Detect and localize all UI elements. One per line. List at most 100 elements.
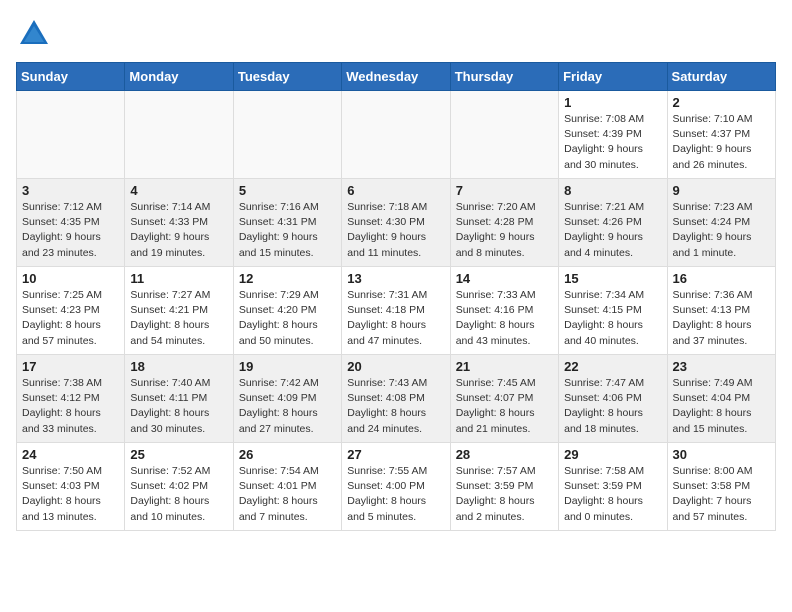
- table-row: 22 Sunrise: 7:47 AMSunset: 4:06 PMDayligh…: [559, 355, 667, 443]
- table-row: 26Sunrise: 7:54 AMSunset: 4:01 PMDayligh…: [233, 443, 341, 531]
- day-number: 22: [564, 359, 661, 374]
- table-row: [450, 91, 558, 179]
- day-info: Sunrise: 7:10 AMSunset: 4:37 PMDaylight:…: [673, 112, 770, 173]
- day-info: Sunrise: 7:36 AMSunset: 4:13 PMDaylight:…: [673, 288, 770, 349]
- day-number: 3: [22, 183, 119, 198]
- day-info: Sunrise: 7:49 AMSunset: 4:04 PMDaylight:…: [673, 376, 770, 437]
- table-row: 14 Sunrise: 7:33 AMSunset: 4:16 PMDayligh…: [450, 267, 558, 355]
- day-number: 30: [673, 447, 770, 462]
- day-number: 14: [456, 271, 553, 286]
- table-row: 5 Sunrise: 7:16 AMSunset: 4:31 PMDaylight…: [233, 179, 341, 267]
- day-number: 25: [130, 447, 227, 462]
- day-number: 21: [456, 359, 553, 374]
- table-row: 7Sunrise: 7:20 AMSunset: 4:28 PMDaylight…: [450, 179, 558, 267]
- day-number: 17: [22, 359, 119, 374]
- table-row: 27 Sunrise: 7:55 AMSunset: 4:00 PMDayligh…: [342, 443, 450, 531]
- calendar-week-row: 17 Sunrise: 7:38 AMSunset: 4:12 PMDayligh…: [17, 355, 776, 443]
- calendar-page: Sunday Monday Tuesday Wednesday Thursday…: [0, 0, 792, 541]
- day-info: Sunrise: 7:54 AMSunset: 4:01 PMDaylight:…: [239, 464, 336, 525]
- header: [16, 16, 776, 52]
- day-info: Sunrise: 7:52 AMSunset: 4:02 PMDaylight:…: [130, 464, 227, 525]
- calendar-table: Sunday Monday Tuesday Wednesday Thursday…: [16, 62, 776, 531]
- table-row: 6 Sunrise: 7:18 AMSunset: 4:30 PMDaylight…: [342, 179, 450, 267]
- table-row: 25 Sunrise: 7:52 AMSunset: 4:02 PMDayligh…: [125, 443, 233, 531]
- day-number: 15: [564, 271, 661, 286]
- day-info: Sunrise: 7:18 AMSunset: 4:30 PMDaylight:…: [347, 200, 444, 261]
- table-row: 4 Sunrise: 7:14 AMSunset: 4:33 PMDaylight…: [125, 179, 233, 267]
- table-row: 30Sunrise: 8:00 AMSunset: 3:58 PMDayligh…: [667, 443, 775, 531]
- day-number: 8: [564, 183, 661, 198]
- day-number: 13: [347, 271, 444, 286]
- day-number: 28: [456, 447, 553, 462]
- day-info: Sunrise: 7:57 AMSunset: 3:59 PMDaylight:…: [456, 464, 553, 525]
- col-tuesday: Tuesday: [233, 63, 341, 91]
- table-row: 8Sunrise: 7:21 AMSunset: 4:26 PMDaylight…: [559, 179, 667, 267]
- day-info: Sunrise: 7:42 AMSunset: 4:09 PMDaylight:…: [239, 376, 336, 437]
- calendar-week-row: 24Sunrise: 7:50 AMSunset: 4:03 PMDayligh…: [17, 443, 776, 531]
- day-info: Sunrise: 7:43 AMSunset: 4:08 PMDaylight:…: [347, 376, 444, 437]
- day-number: 29: [564, 447, 661, 462]
- day-info: Sunrise: 7:33 AMSunset: 4:16 PMDaylight:…: [456, 288, 553, 349]
- day-info: Sunrise: 7:50 AMSunset: 4:03 PMDaylight:…: [22, 464, 119, 525]
- day-number: 19: [239, 359, 336, 374]
- table-row: 24Sunrise: 7:50 AMSunset: 4:03 PMDayligh…: [17, 443, 125, 531]
- table-row: 16 Sunrise: 7:36 AMSunset: 4:13 PMDayligh…: [667, 267, 775, 355]
- day-number: 27: [347, 447, 444, 462]
- day-info: Sunrise: 7:16 AMSunset: 4:31 PMDaylight:…: [239, 200, 336, 261]
- table-row: 13 Sunrise: 7:31 AMSunset: 4:18 PMDayligh…: [342, 267, 450, 355]
- day-number: 1: [564, 95, 661, 110]
- day-info: Sunrise: 7:45 AMSunset: 4:07 PMDaylight:…: [456, 376, 553, 437]
- day-number: 11: [130, 271, 227, 286]
- day-number: 6: [347, 183, 444, 198]
- table-row: 2 Sunrise: 7:10 AMSunset: 4:37 PMDaylight…: [667, 91, 775, 179]
- calendar-week-row: 10 Sunrise: 7:25 AMSunset: 4:23 PMDayligh…: [17, 267, 776, 355]
- table-row: 29 Sunrise: 7:58 AMSunset: 3:59 PMDayligh…: [559, 443, 667, 531]
- logo: [16, 16, 56, 52]
- day-number: 18: [130, 359, 227, 374]
- calendar-body: 1 Sunrise: 7:08 AMSunset: 4:39 PMDaylight…: [17, 91, 776, 531]
- day-info: Sunrise: 7:12 AMSunset: 4:35 PMDaylight:…: [22, 200, 119, 261]
- day-number: 16: [673, 271, 770, 286]
- table-row: [17, 91, 125, 179]
- day-info: Sunrise: 7:25 AMSunset: 4:23 PMDaylight:…: [22, 288, 119, 349]
- table-row: [342, 91, 450, 179]
- table-row: 21 Sunrise: 7:45 AMSunset: 4:07 PMDayligh…: [450, 355, 558, 443]
- day-info: Sunrise: 7:27 AMSunset: 4:21 PMDaylight:…: [130, 288, 227, 349]
- day-number: 2: [673, 95, 770, 110]
- day-info: Sunrise: 7:47 AMSunset: 4:06 PMDaylight:…: [564, 376, 661, 437]
- table-row: 20 Sunrise: 7:43 AMSunset: 4:08 PMDayligh…: [342, 355, 450, 443]
- day-info: Sunrise: 7:14 AMSunset: 4:33 PMDaylight:…: [130, 200, 227, 261]
- day-number: 10: [22, 271, 119, 286]
- calendar-header: Sunday Monday Tuesday Wednesday Thursday…: [17, 63, 776, 91]
- table-row: 11 Sunrise: 7:27 AMSunset: 4:21 PMDayligh…: [125, 267, 233, 355]
- table-row: 12Sunrise: 7:29 AMSunset: 4:20 PMDayligh…: [233, 267, 341, 355]
- table-row: 28 Sunrise: 7:57 AMSunset: 3:59 PMDayligh…: [450, 443, 558, 531]
- day-info: Sunrise: 7:29 AMSunset: 4:20 PMDaylight:…: [239, 288, 336, 349]
- day-number: 9: [673, 183, 770, 198]
- day-info: Sunrise: 7:31 AMSunset: 4:18 PMDaylight:…: [347, 288, 444, 349]
- day-info: Sunrise: 7:23 AMSunset: 4:24 PMDaylight:…: [673, 200, 770, 261]
- table-row: [125, 91, 233, 179]
- col-sunday: Sunday: [17, 63, 125, 91]
- day-number: 23: [673, 359, 770, 374]
- calendar-week-row: 3 Sunrise: 7:12 AMSunset: 4:35 PMDaylight…: [17, 179, 776, 267]
- day-info: Sunrise: 7:20 AMSunset: 4:28 PMDaylight:…: [456, 200, 553, 261]
- table-row: 18Sunrise: 7:40 AMSunset: 4:11 PMDayligh…: [125, 355, 233, 443]
- day-info: Sunrise: 7:55 AMSunset: 4:00 PMDaylight:…: [347, 464, 444, 525]
- day-info: Sunrise: 7:08 AMSunset: 4:39 PMDaylight:…: [564, 112, 661, 173]
- table-row: 1 Sunrise: 7:08 AMSunset: 4:39 PMDaylight…: [559, 91, 667, 179]
- col-friday: Friday: [559, 63, 667, 91]
- calendar-week-row: 1 Sunrise: 7:08 AMSunset: 4:39 PMDaylight…: [17, 91, 776, 179]
- table-row: 10 Sunrise: 7:25 AMSunset: 4:23 PMDayligh…: [17, 267, 125, 355]
- table-row: [233, 91, 341, 179]
- col-thursday: Thursday: [450, 63, 558, 91]
- day-info: Sunrise: 7:38 AMSunset: 4:12 PMDaylight:…: [22, 376, 119, 437]
- day-number: 20: [347, 359, 444, 374]
- day-number: 5: [239, 183, 336, 198]
- day-number: 4: [130, 183, 227, 198]
- day-info: Sunrise: 7:58 AMSunset: 3:59 PMDaylight:…: [564, 464, 661, 525]
- logo-icon: [16, 16, 52, 52]
- table-row: 23 Sunrise: 7:49 AMSunset: 4:04 PMDayligh…: [667, 355, 775, 443]
- table-row: 15Sunrise: 7:34 AMSunset: 4:15 PMDayligh…: [559, 267, 667, 355]
- table-row: 3 Sunrise: 7:12 AMSunset: 4:35 PMDaylight…: [17, 179, 125, 267]
